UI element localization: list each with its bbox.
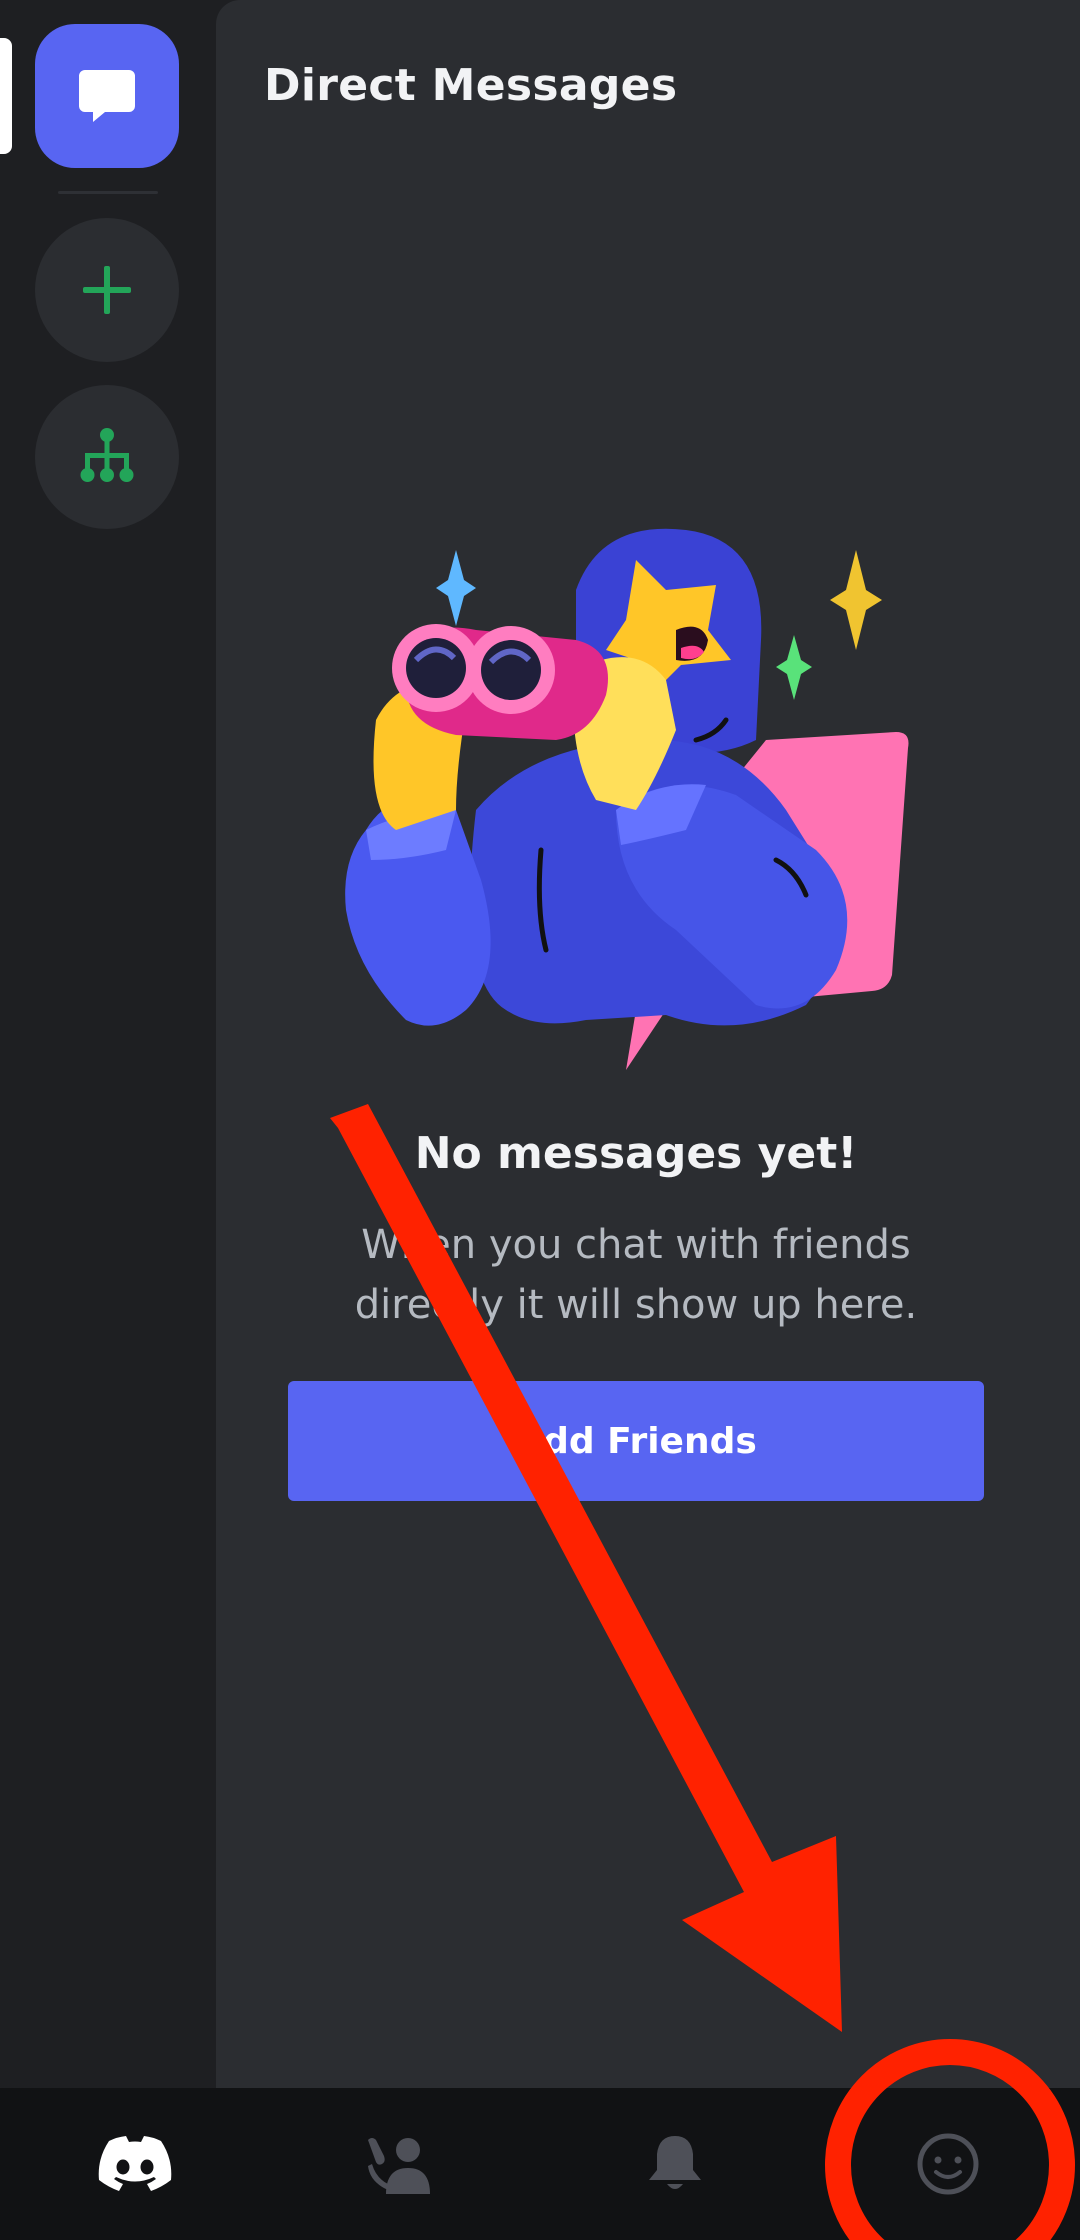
nav-friends[interactable] — [320, 2088, 480, 2240]
direct-messages-panel: Direct Messages No messages yet! When yo… — [216, 0, 1080, 2088]
chat-bubble-icon — [79, 70, 135, 122]
nav-home[interactable] — [55, 2088, 215, 2240]
discover-servers-button[interactable] — [35, 385, 179, 529]
server-rail — [0, 0, 216, 2088]
nav-profile[interactable] — [868, 2088, 1028, 2240]
hub-tree-icon — [80, 428, 134, 482]
selected-indicator — [0, 38, 12, 154]
app-screen: Direct Messages No messages yet! When yo… — [0, 0, 1080, 2240]
smiley-avatar-icon — [917, 2133, 979, 2195]
direct-messages-button[interactable] — [35, 24, 179, 168]
empty-state-title: No messages yet! — [414, 1128, 858, 1179]
bottom-nav — [0, 2088, 1080, 2240]
plus-icon — [83, 266, 131, 314]
rail-divider — [58, 191, 158, 194]
binoculars-character-illustration — [345, 528, 909, 1070]
empty-state-description: When you chat with friends directly it w… — [354, 1222, 918, 1328]
add-friends-button[interactable]: Add Friends — [288, 1381, 984, 1501]
page-title: Direct Messages — [264, 60, 678, 111]
discord-logo-icon — [98, 2136, 172, 2191]
nav-notifications[interactable] — [595, 2088, 755, 2240]
friends-wave-icon — [368, 2138, 430, 2194]
add-server-button[interactable] — [35, 218, 179, 362]
bell-icon — [649, 2136, 701, 2189]
